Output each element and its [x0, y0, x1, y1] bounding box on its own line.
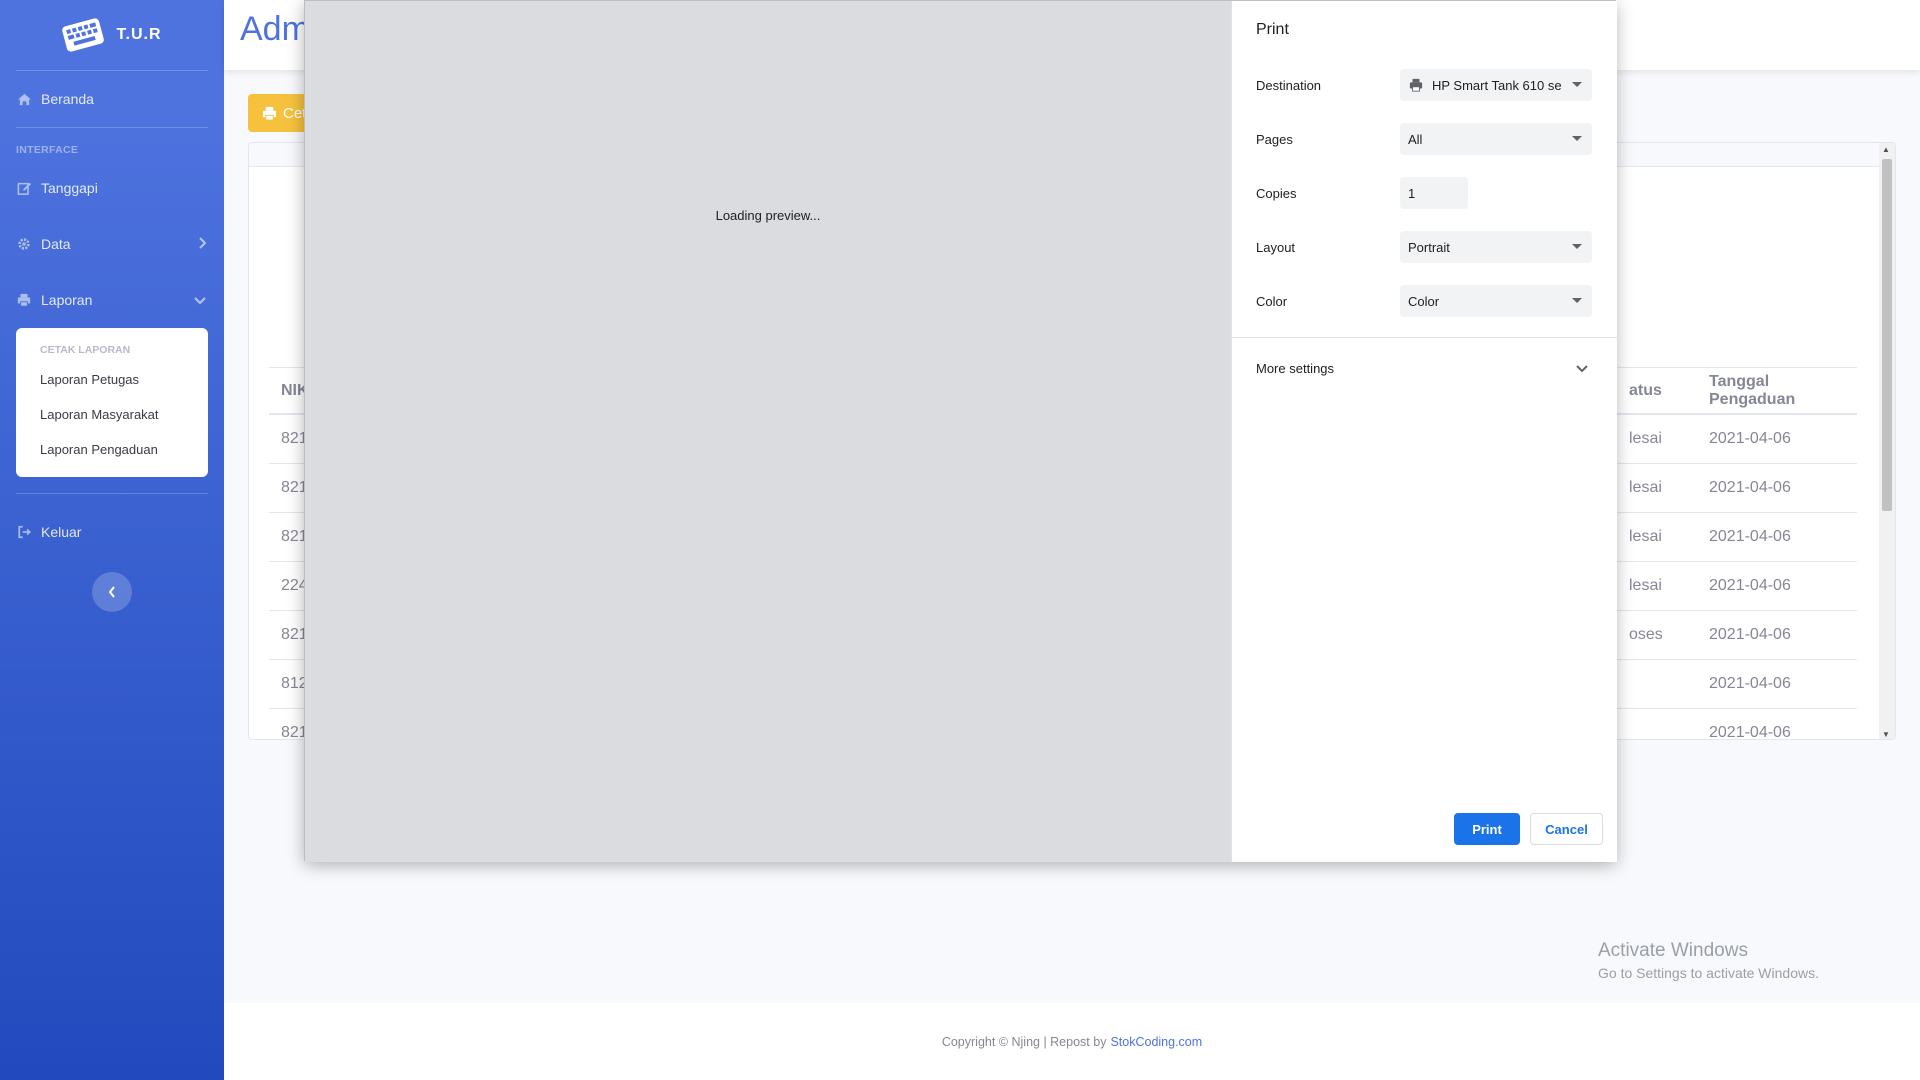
sidebar-item-label: Tanggapi	[41, 180, 98, 196]
color-select[interactable]: Color	[1400, 285, 1592, 317]
cell-date: 2021-04-06	[1709, 724, 1791, 740]
cell-status: oses	[1629, 626, 1663, 643]
cancel-button[interactable]: Cancel	[1530, 813, 1603, 845]
copies-row: Copies	[1256, 177, 1594, 209]
print-dialog: Loading preview... Print Destination HP …	[304, 0, 1618, 862]
cell-date: 2021-04-06	[1709, 577, 1791, 594]
cell-date: 2021-04-06	[1709, 675, 1791, 692]
layout-value: Portrait	[1408, 239, 1450, 255]
layout-label: Layout	[1256, 239, 1296, 255]
submenu-header: CETAK LAPORAN	[40, 344, 131, 356]
print-button[interactable]: Print	[1454, 813, 1520, 845]
cell-date: 2021-04-06	[1709, 479, 1791, 496]
page-title: Adm	[240, 10, 310, 48]
destination-row: Destination HP Smart Tank 610 se	[1256, 69, 1594, 101]
loading-preview-text: Loading preview...	[715, 208, 821, 223]
sidebar-toggle-button[interactable]	[92, 572, 132, 612]
print-dialog-title: Print	[1256, 21, 1289, 38]
cell-date: 2021-04-06	[1709, 430, 1791, 447]
print-settings-pane: Print Destination HP Smart Tank 610 se P…	[1231, 1, 1618, 862]
sidebar-item-laporan[interactable]: Laporan	[0, 272, 224, 328]
edit-icon	[16, 181, 32, 195]
dropdown-arrow-icon	[1572, 244, 1582, 249]
printer-icon	[1409, 78, 1423, 92]
windows-activation-watermark: Activate Windows Go to Settings to activ…	[1598, 940, 1819, 981]
watermark-title: Activate Windows	[1598, 940, 1748, 961]
more-settings-toggle[interactable]: More settings	[1256, 361, 1594, 376]
chevron-down-icon	[1576, 364, 1588, 372]
settings-divider	[1232, 337, 1618, 338]
copyright-text: Copyright © Njing | Repost by	[941, 1034, 1107, 1049]
brand-name: T.U.R	[116, 26, 162, 43]
cell-date: 2021-04-06	[1709, 626, 1791, 643]
cell-date: 2021-04-06	[1709, 528, 1791, 545]
pages-value: All	[1408, 131, 1423, 147]
sidebar-heading: INTERFACE	[16, 144, 79, 156]
layout-row: Layout Portrait	[1256, 231, 1594, 263]
color-label: Color	[1256, 293, 1288, 309]
cell-status: lesai	[1629, 528, 1662, 545]
sidebar-item-label: Data	[41, 236, 71, 252]
scroll-up-icon[interactable]: ▲	[1882, 145, 1890, 154]
column-header-status[interactable]: atus	[1619, 382, 1699, 400]
gear-icon	[16, 237, 32, 251]
destination-value: HP Smart Tank 610 se	[1432, 77, 1562, 93]
watermark-subtitle: Go to Settings to activate Windows.	[1598, 965, 1819, 981]
print-preview-pane: Loading preview...	[305, 1, 1231, 862]
sidebar-item-data[interactable]: Data	[0, 216, 224, 272]
chevron-down-icon	[194, 292, 206, 308]
sidebar-brand[interactable]: T.U.R	[0, 0, 224, 70]
sidebar-item-beranda[interactable]: Beranda	[0, 71, 224, 127]
sidebar-item-label: Laporan	[41, 292, 93, 308]
color-value: Color	[1408, 293, 1440, 309]
more-settings-label: More settings	[1256, 361, 1335, 376]
home-icon	[16, 92, 32, 106]
chevron-right-icon	[198, 236, 207, 252]
sidebar-item-label: Keluar	[41, 524, 82, 540]
laporan-submenu: CETAK LAPORAN Laporan Petugas Laporan Ma…	[16, 328, 208, 477]
layout-select[interactable]: Portrait	[1400, 231, 1592, 263]
pages-select[interactable]: All	[1400, 123, 1592, 155]
column-header-tanggal[interactable]: Tanggal Pengaduan	[1699, 373, 1857, 409]
keyboard-icon	[61, 18, 104, 52]
printer-icon	[16, 293, 32, 307]
cell-status: lesai	[1629, 479, 1662, 496]
scroll-down-icon[interactable]: ▼	[1882, 730, 1890, 739]
printer-icon	[262, 106, 277, 121]
cell-status: lesai	[1629, 577, 1662, 594]
copies-input[interactable]	[1400, 177, 1468, 209]
dropdown-arrow-icon	[1572, 136, 1582, 141]
sign-out-icon	[16, 525, 32, 539]
sidebar: T.U.R Beranda INTERFACE Tanggapi Data La…	[0, 0, 224, 1080]
sidebar-item-tanggapi[interactable]: Tanggapi	[0, 160, 224, 216]
sidebar-item-label: Beranda	[41, 91, 94, 107]
copies-label: Copies	[1256, 185, 1297, 201]
destination-select[interactable]: HP Smart Tank 610 se	[1400, 69, 1592, 101]
pages-label: Pages	[1256, 131, 1293, 147]
vertical-scrollbar[interactable]: ▲ ▼	[1879, 143, 1895, 739]
pages-row: Pages All	[1256, 123, 1594, 155]
dropdown-arrow-icon	[1572, 82, 1582, 87]
cell-status: lesai	[1629, 430, 1662, 447]
sidebar-divider	[16, 493, 208, 494]
submenu-item-laporan-petugas[interactable]: Laporan Petugas	[16, 362, 208, 397]
print-report-label: Cet	[283, 104, 307, 122]
destination-label: Destination	[1256, 77, 1322, 93]
chevron-left-icon	[108, 586, 115, 598]
footer: Copyright © Njing | Repost by StokCoding…	[224, 1003, 1920, 1080]
dropdown-arrow-icon	[1572, 298, 1582, 303]
sidebar-item-keluar[interactable]: Keluar	[0, 504, 224, 560]
color-row: Color Color	[1256, 285, 1594, 317]
footer-link[interactable]: StokCoding.com	[1110, 1035, 1202, 1049]
scrollbar-thumb[interactable]	[1882, 159, 1892, 511]
submenu-item-laporan-masyarakat[interactable]: Laporan Masyarakat	[16, 397, 208, 432]
submenu-item-laporan-pengaduan[interactable]: Laporan Pengaduan	[16, 432, 208, 467]
